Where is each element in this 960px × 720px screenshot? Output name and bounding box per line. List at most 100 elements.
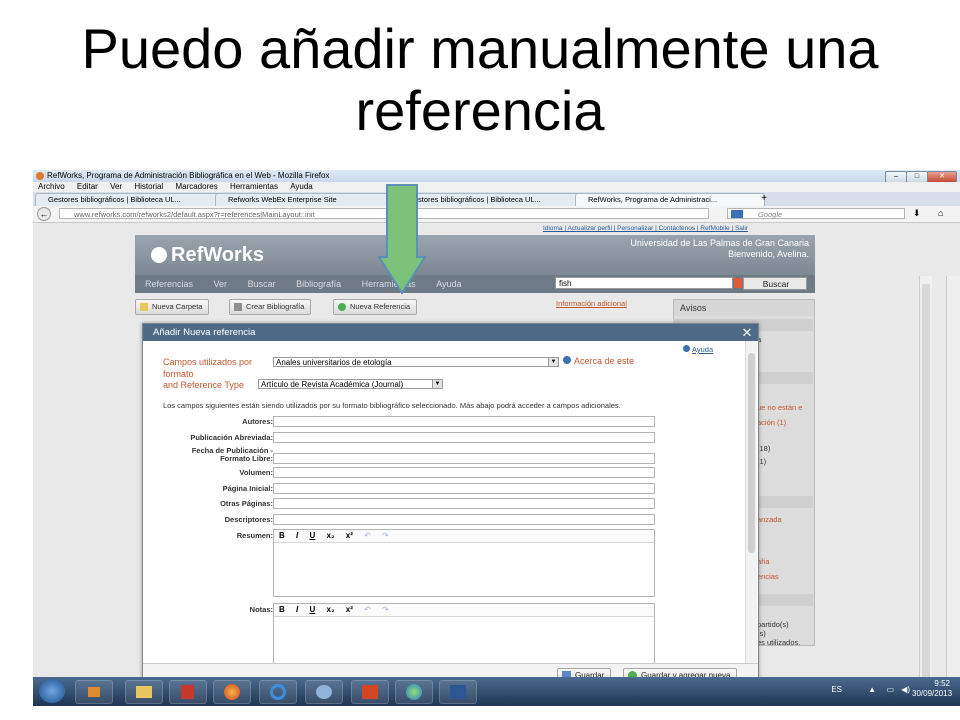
- superscript-icon[interactable]: x²: [346, 531, 353, 540]
- underline-icon[interactable]: U: [309, 605, 315, 614]
- otras-paginas-field[interactable]: [273, 498, 655, 509]
- menu-historial[interactable]: Historial: [134, 182, 163, 191]
- panel-snippet-11: es utilizados.: [757, 638, 801, 647]
- menu-ayuda-rw[interactable]: Ayuda: [436, 279, 461, 289]
- language-indicator[interactable]: ES: [831, 685, 842, 695]
- search-button[interactable]: Buscar: [743, 277, 807, 290]
- menu-ayuda[interactable]: Ayuda: [290, 182, 313, 191]
- subscript-icon[interactable]: x₂: [327, 531, 335, 540]
- superscript-icon[interactable]: x²: [346, 605, 353, 614]
- intro-text: Los campos siguientes están siendo utili…: [163, 401, 621, 410]
- info-icon: [563, 356, 571, 364]
- panel-snippet-6[interactable]: anzada: [757, 515, 782, 524]
- panel-snippet-8[interactable]: encias: [757, 572, 779, 581]
- menu-herramientas[interactable]: Herramientas: [230, 182, 278, 191]
- fecha-field[interactable]: [273, 453, 655, 464]
- menu-buscar[interactable]: Buscar: [248, 279, 276, 289]
- create-bibliography-button[interactable]: Crear Bibliografía: [229, 299, 312, 315]
- undo-icon[interactable]: ↶: [364, 531, 371, 540]
- help-link[interactable]: Ayuda: [683, 345, 713, 354]
- italic-icon[interactable]: I: [296, 531, 298, 540]
- media-player-icon[interactable]: [75, 680, 113, 704]
- bold-icon[interactable]: B: [279, 605, 285, 614]
- firefox-taskbar-icon[interactable]: [213, 680, 251, 704]
- window-scrollbar[interactable]: [946, 276, 960, 700]
- browser-tab-3-label: Gestores bibliográficos | Biblioteca UL.…: [408, 195, 541, 204]
- network-icon[interactable]: [305, 680, 343, 704]
- menu-bar: Archivo Editar Ver Historial Marcadores …: [33, 182, 960, 192]
- descriptores-field[interactable]: [273, 514, 655, 525]
- italic-icon[interactable]: I: [296, 605, 298, 614]
- browser-tab-2[interactable]: Refworks WebEx Enterprise Site: [215, 193, 405, 206]
- close-icon[interactable]: ✕: [740, 325, 754, 340]
- notas-toolbar: B I U x₂ x² ↶ ↷: [274, 604, 654, 617]
- redo-icon[interactable]: ↷: [382, 605, 389, 614]
- search-button-label: Buscar: [762, 279, 790, 289]
- menu-bibliografia[interactable]: Bibliografía: [296, 279, 341, 289]
- autores-field[interactable]: [273, 416, 655, 427]
- reference-type-select[interactable]: Artículo de Revista Académica (Journal) …: [258, 379, 443, 389]
- navigation-bar: ← www.refworks.com/refworks2/default.asp…: [33, 206, 960, 223]
- start-button[interactable]: [39, 679, 65, 703]
- panel-snippet-2[interactable]: ue no están e: [757, 403, 802, 412]
- search-input[interactable]: fish: [555, 277, 733, 289]
- panel-snippet-3[interactable]: ación (1): [757, 418, 786, 427]
- refworks-menu: Referencias Ver Buscar Bibliografía Herr…: [135, 275, 815, 293]
- page-scrollbar[interactable]: [919, 276, 932, 700]
- explorer-icon[interactable]: [125, 680, 163, 704]
- back-button[interactable]: ←: [37, 207, 51, 221]
- clock[interactable]: 9:52 30/09/2013: [912, 679, 953, 699]
- new-reference-button[interactable]: Nueva Referencia: [333, 299, 418, 315]
- descriptores-label: Descriptores:: [224, 515, 273, 524]
- subscript-icon[interactable]: x₂: [327, 605, 335, 614]
- notas-editor[interactable]: B I U x₂ x² ↶ ↷: [273, 603, 655, 663]
- word-icon[interactable]: [439, 680, 477, 704]
- home-icon[interactable]: ⌂: [938, 208, 943, 218]
- pagina-inicial-field[interactable]: [273, 483, 655, 494]
- volume-icon[interactable]: ◀): [901, 685, 910, 695]
- tray-arrow-icon[interactable]: ▲: [868, 685, 876, 695]
- search-engine-box[interactable]: Google: [727, 208, 905, 219]
- chevron-down-icon: ▼: [432, 380, 442, 388]
- tab-bar: Gestores bibliográficos | Biblioteca UL.…: [33, 192, 960, 206]
- pub-abreviada-field[interactable]: [273, 432, 655, 443]
- ie-icon[interactable]: [259, 680, 297, 704]
- menu-ver-rw[interactable]: Ver: [214, 279, 228, 289]
- search-options-icon[interactable]: [734, 278, 742, 288]
- menu-referencias[interactable]: Referencias: [145, 279, 193, 289]
- about-format-link[interactable]: Acerca de este: [563, 356, 634, 366]
- resumen-label: Resumen:: [236, 531, 273, 540]
- globe-icon[interactable]: [395, 680, 433, 704]
- about-format-label: Acerca de este: [574, 356, 635, 366]
- undo-icon[interactable]: ↶: [364, 605, 371, 614]
- page-scrollbar-thumb[interactable]: [922, 284, 930, 700]
- university-info: Universidad de Las Palmas de Gran Canari…: [630, 238, 809, 260]
- bold-icon[interactable]: B: [279, 531, 285, 540]
- powerpoint-icon[interactable]: [351, 680, 389, 704]
- browser-tab-4[interactable]: RefWorks, Programa de Administraci...: [575, 193, 765, 206]
- top-links[interactable]: Idioma | Actualizar perfil | Personaliza…: [543, 225, 748, 232]
- dialog-scrollbar-thumb[interactable]: [748, 353, 755, 553]
- new-tab-button[interactable]: +: [757, 193, 771, 205]
- download-icon[interactable]: ⬇: [913, 208, 921, 219]
- menu-editar[interactable]: Editar: [77, 182, 98, 191]
- dialog-scrollbar[interactable]: [745, 341, 757, 663]
- volumen-field[interactable]: [273, 467, 655, 478]
- folder-icon: [140, 303, 148, 311]
- slide-title-line-1: Puedo añadir manualmente una: [81, 17, 879, 80]
- output-format-select[interactable]: Anales universitarios de etología ▼: [273, 357, 559, 367]
- welcome-text: Bienvenido, Avelina.: [728, 249, 809, 259]
- menu-archivo[interactable]: Archivo: [38, 182, 65, 191]
- resumen-editor[interactable]: B I U x₂ x² ↶ ↷: [273, 529, 655, 597]
- new-folder-button[interactable]: Nueva Carpeta: [135, 299, 210, 315]
- network-tray-icon[interactable]: ▭: [886, 685, 894, 695]
- underline-icon[interactable]: U: [309, 531, 315, 540]
- pdf-icon[interactable]: [169, 680, 207, 704]
- browser-tab-1[interactable]: Gestores bibliográficos | Biblioteca UL.…: [35, 193, 225, 206]
- menu-ver[interactable]: Ver: [110, 182, 122, 191]
- menu-marcadores[interactable]: Marcadores: [175, 182, 217, 191]
- redo-icon[interactable]: ↷: [382, 531, 389, 540]
- additional-info-link[interactable]: Información adicional: [556, 299, 627, 308]
- avisos-header: Avisos: [674, 300, 814, 316]
- clock-date: 30/09/2013: [912, 689, 953, 698]
